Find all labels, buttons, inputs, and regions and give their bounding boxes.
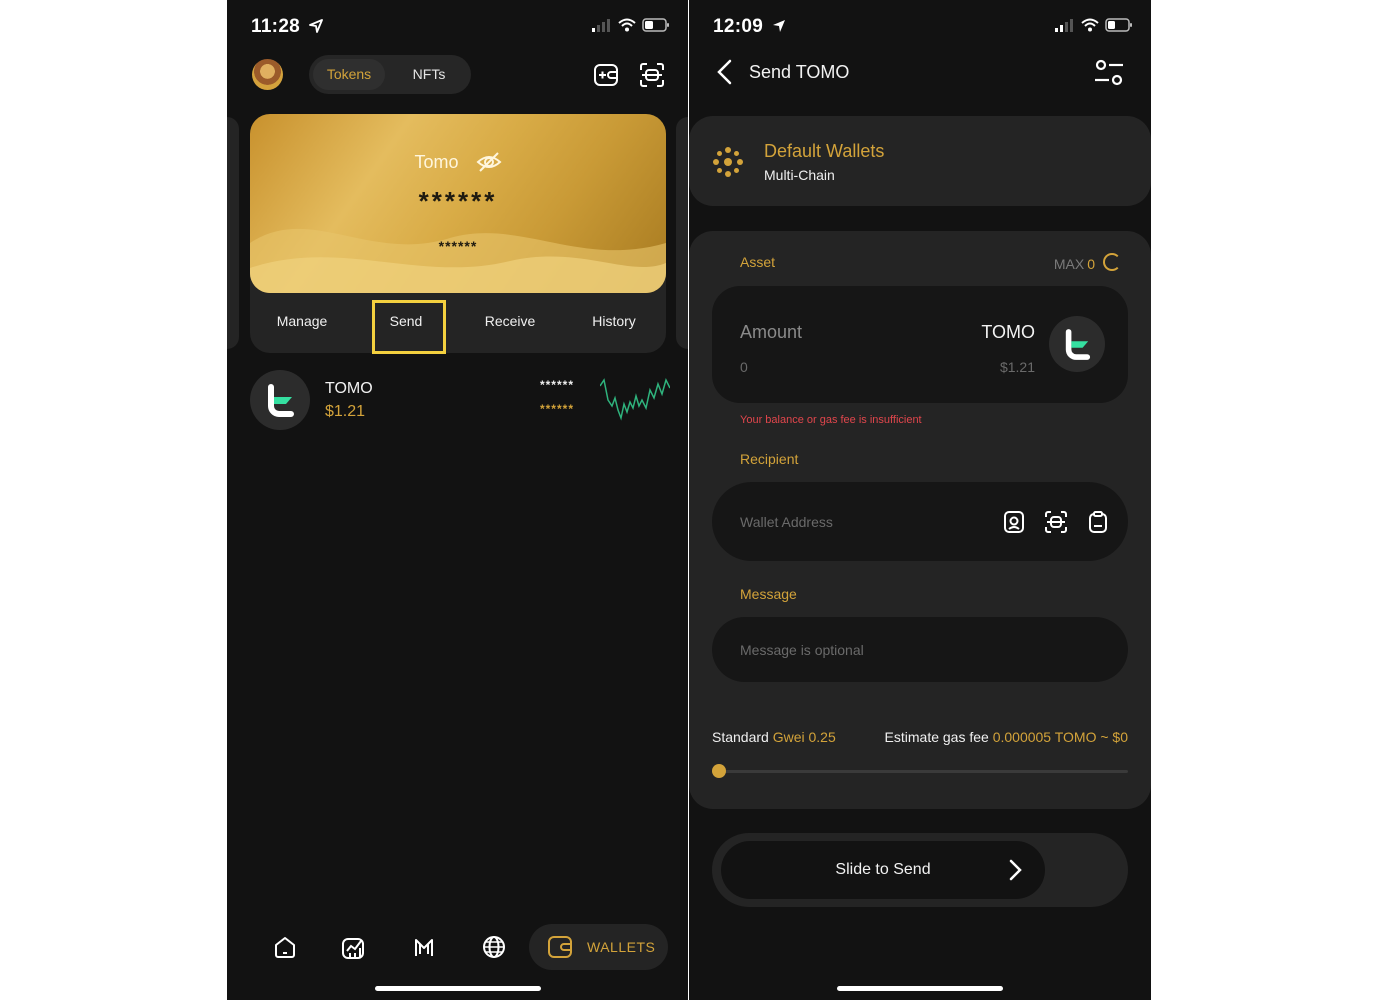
market-chart-icon[interactable] [341, 934, 367, 960]
scan-qr-icon[interactable] [1044, 510, 1068, 534]
home-icon[interactable] [272, 934, 298, 960]
wallet-icon [548, 936, 572, 958]
gas-slider-track[interactable] [712, 770, 1128, 773]
max-button[interactable]: MAX 0 [1054, 253, 1121, 272]
settings-sliders-icon[interactable] [1093, 58, 1125, 88]
gas-fee-label: Estimate gas fee [884, 729, 989, 745]
asset-symbol: TOMO [981, 322, 1035, 342]
recipient-label: Recipient [740, 451, 799, 467]
gas-slider-knob[interactable] [712, 764, 726, 778]
page-title: Send TOMO [749, 62, 850, 82]
gas-speed-label: Standard [712, 729, 769, 745]
message-input[interactable]: Message is optional [740, 642, 864, 658]
token-symbol: TOMO [325, 380, 373, 397]
scan-icon[interactable] [639, 62, 665, 88]
paste-clipboard-icon[interactable] [1086, 510, 1110, 534]
token-row-tomo[interactable]: TOMO $1.21 ****** ****** [250, 370, 670, 432]
slide-to-send-handle[interactable]: Slide to Send [721, 841, 1045, 899]
asset-usd-price: $1.21 [999, 359, 1035, 375]
previous-card-peek[interactable] [227, 117, 239, 349]
home-indicator [374, 986, 541, 991]
globe-icon[interactable] [481, 934, 507, 960]
battery-icon [642, 18, 669, 32]
bottom-navigation: WALLETS [227, 922, 688, 972]
status-time-text: 11:28 [251, 16, 301, 37]
add-wallet-icon[interactable] [593, 62, 619, 88]
nav-wallets-tab[interactable]: WALLETS [529, 924, 668, 970]
wallet-name: Default Wallets [764, 141, 885, 161]
history-button[interactable]: History [562, 313, 666, 329]
location-arrow-icon [308, 19, 323, 33]
gas-fee-value: 0.000005 TOMO ~ $0 [992, 729, 1128, 745]
send-token-screen: 12:09 Send TOMO Default Wallets Multi-Ch… [689, 0, 1151, 1000]
discover-icon[interactable] [411, 934, 437, 960]
card-sub-balance: ****** [438, 238, 478, 254]
gas-gwei: Gwei 0.25 [772, 729, 836, 745]
wallet-card[interactable]: Tomo ****** ****** [250, 114, 666, 293]
wifi-icon [618, 18, 636, 32]
card-balance: ****** [418, 186, 498, 216]
max-value: 0 [1087, 256, 1095, 272]
asset-label: Asset [740, 254, 776, 270]
tomo-logo-icon[interactable] [1049, 316, 1105, 372]
refresh-icon[interactable] [1103, 253, 1121, 271]
card-title: Tomo [250, 151, 666, 173]
wallet-address-input[interactable]: Wallet Address [740, 514, 833, 530]
amount-input-value[interactable]: 0 [740, 359, 748, 375]
max-label: MAX [1053, 256, 1085, 272]
wallet-home-screen: 11:28 Tokens NFTs Tomo ****** ****** Man… [227, 0, 688, 1000]
wallet-selector[interactable]: Default Wallets Multi-Chain [689, 116, 1151, 206]
asset-type-toggle: Tokens NFTs [309, 55, 471, 94]
tab-nfts[interactable]: NFTs [393, 59, 465, 90]
receive-button[interactable]: Receive [458, 313, 562, 329]
nav-wallets-label: WALLETS [587, 939, 656, 955]
back-chevron-icon[interactable] [715, 58, 735, 86]
token-value-hidden: ****** [539, 402, 574, 416]
address-book-icon[interactable] [1002, 510, 1026, 534]
next-card-peek[interactable] [676, 117, 688, 349]
recipient-field[interactable]: Wallet Address [712, 482, 1128, 561]
eye-hidden-icon[interactable] [476, 151, 502, 173]
amount-label: Amount [740, 322, 803, 342]
status-icons [592, 18, 670, 32]
signal-icon [592, 18, 610, 32]
wallet-chain: Multi-Chain [764, 167, 835, 183]
message-label: Message [740, 586, 797, 602]
error-message: Your balance or gas fee is insufficient [740, 414, 922, 426]
token-amount-hidden: ****** [539, 378, 574, 392]
token-price: $1.21 [325, 403, 366, 420]
status-time: 12:09 [713, 16, 786, 38]
wifi-icon [1081, 18, 1099, 32]
status-bar: 12:09 [689, 0, 1151, 50]
signal-icon [1055, 18, 1073, 32]
card-wallet-name: Tomo [414, 151, 459, 172]
amount-field[interactable]: Amount 0 TOMO $1.21 [712, 286, 1128, 403]
battery-icon [1105, 18, 1132, 32]
slide-to-send-label: Slide to Send [835, 861, 931, 878]
status-time-text: 12:09 [713, 16, 764, 37]
send-form: Asset MAX 0 Amount 0 TOMO $1.21 Your bala… [689, 231, 1151, 809]
chevron-right-icon [1009, 859, 1022, 881]
message-field[interactable]: Message is optional [712, 617, 1128, 682]
avatar[interactable] [252, 59, 283, 90]
send-highlight-box [372, 300, 446, 354]
status-time: 11:28 [251, 16, 323, 38]
slide-to-send-track[interactable]: Slide to Send [712, 833, 1128, 907]
tab-tokens[interactable]: Tokens [313, 59, 385, 90]
gas-estimate: Estimate gas fee 0.000005 TOMO ~ $0 [885, 729, 1128, 745]
tomo-logo-icon [250, 370, 310, 430]
multi-chain-icon [713, 147, 743, 177]
location-arrow-icon [772, 20, 785, 32]
home-indicator [837, 986, 1003, 991]
status-icons [1055, 18, 1133, 32]
gas-speed[interactable]: Standard Gwei 0.25 [712, 729, 836, 745]
status-bar: 11:28 [227, 0, 688, 50]
price-sparkline [600, 377, 670, 421]
manage-button[interactable]: Manage [250, 313, 354, 329]
